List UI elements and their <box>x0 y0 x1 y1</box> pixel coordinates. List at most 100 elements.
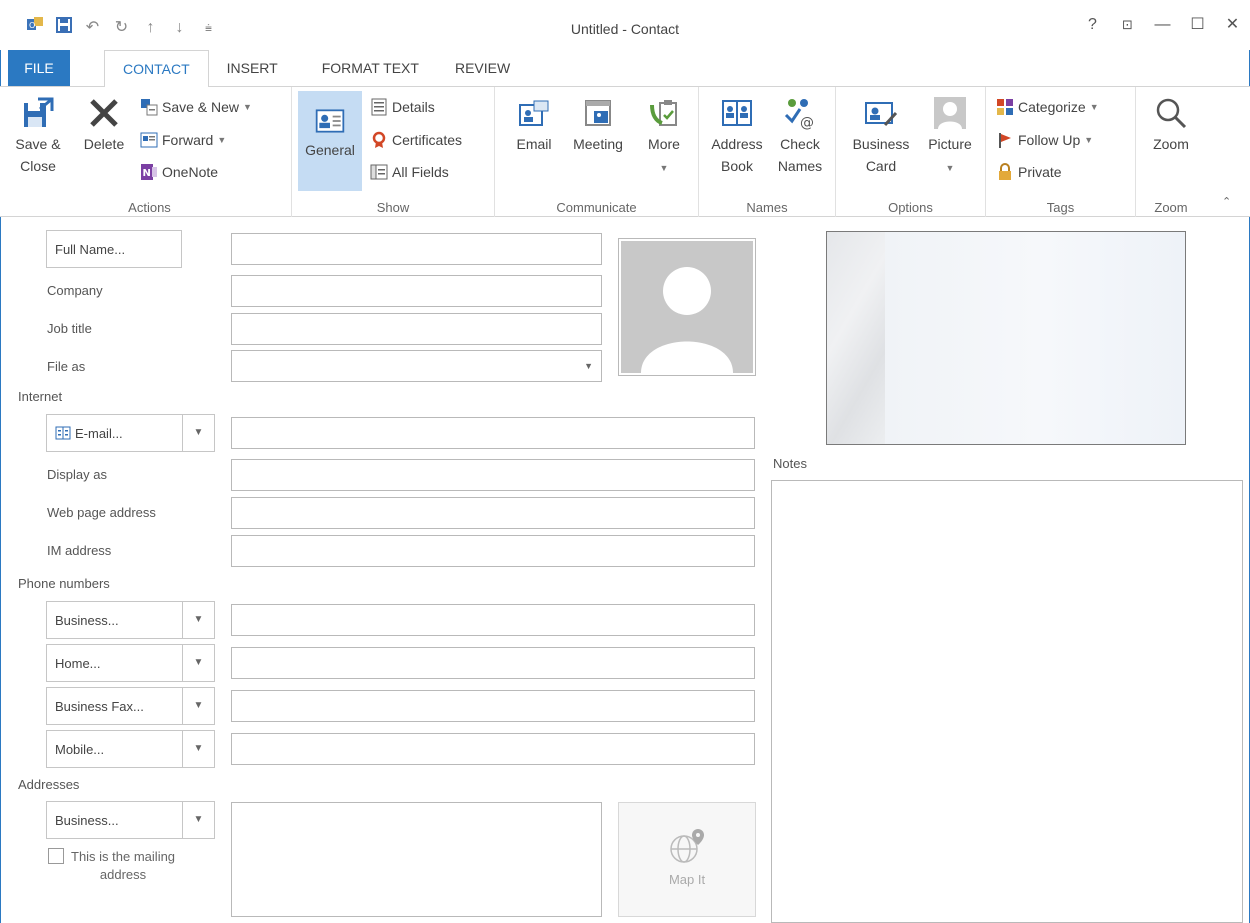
follow-up-dropdown-icon[interactable]: ▼ <box>1084 130 1093 150</box>
forward-dropdown-icon[interactable]: ▼ <box>217 130 226 150</box>
phone-type-business-fax-dropdown-icon[interactable]: ▼ <box>182 688 214 724</box>
zoom-button[interactable]: Zoom <box>1142 95 1200 155</box>
job-title-field[interactable] <box>231 313 602 345</box>
mailing-address-label-1: This is the mailing <box>71 849 176 864</box>
tab-contact[interactable]: CONTACT <box>104 50 209 88</box>
phone-type-home-button[interactable]: Home... ▼ <box>46 644 215 682</box>
full-name-label: Full Name... <box>55 241 126 257</box>
address-book-label-2: Book <box>721 158 753 174</box>
quick-access-toolbar: O ↶ ↻ ↑ ↓ ⩧ <box>20 16 223 39</box>
customize-toolbar-icon[interactable]: ⩧ <box>194 17 223 39</box>
mailing-address-label-2: address <box>99 867 147 882</box>
address-book-icon <box>722 100 752 126</box>
phone-type-mobile-dropdown-icon[interactable]: ▼ <box>182 731 214 767</box>
collapse-ribbon-icon[interactable]: ⌃ <box>1222 195 1231 208</box>
save-icon[interactable] <box>49 16 78 39</box>
address-field[interactable] <box>231 802 602 917</box>
redo-icon[interactable]: ↻ <box>107 17 136 39</box>
mailing-address-checkbox[interactable] <box>48 848 64 864</box>
onenote-button[interactable]: N OneNote <box>140 162 218 182</box>
private-button[interactable]: Private <box>996 162 1062 182</box>
file-as-label: File as <box>47 359 86 374</box>
ribbon-display-options-icon[interactable]: ⊡ <box>1110 14 1145 36</box>
names-group: Address Book @ Check Names Names <box>699 87 836 217</box>
general-contact-icon <box>315 109 345 133</box>
check-names-button[interactable]: @ Check Names <box>771 95 829 177</box>
previous-item-icon[interactable]: ↑ <box>136 17 165 39</box>
options-group-label: Options <box>888 200 933 215</box>
categorize-label: Categorize <box>1018 99 1086 115</box>
phone-mobile-field[interactable] <box>231 733 755 765</box>
phone-type-business-button[interactable]: Business... ▼ <box>46 601 215 639</box>
display-as-field[interactable] <box>231 459 755 491</box>
picture-dropdown-icon[interactable]: ▼ <box>946 163 955 173</box>
phone-type-mobile-label: Mobile... <box>55 741 105 757</box>
categorize-dropdown-icon[interactable]: ▼ <box>1090 97 1099 117</box>
minimize-icon[interactable]: — <box>1145 14 1180 36</box>
contact-photo[interactable] <box>618 238 756 376</box>
details-button[interactable]: Details <box>370 97 435 117</box>
check-names-label-1: Check <box>780 136 820 152</box>
company-field[interactable] <box>231 275 602 307</box>
outlook-app-icon[interactable]: O <box>20 16 49 39</box>
picture-button[interactable]: Picture ▼ <box>920 95 980 179</box>
save-new-button[interactable]: Save & New ▼ <box>140 97 252 117</box>
save-close-button[interactable]: Save & Close <box>12 95 64 177</box>
check-names-label-2: Names <box>777 158 823 174</box>
help-icon[interactable]: ? <box>1075 14 1110 36</box>
file-as-dropdown-icon[interactable]: ▼ <box>584 351 593 381</box>
tab-format-text[interactable]: FORMAT TEXT <box>296 50 437 86</box>
email-type-dropdown-icon[interactable]: ▼ <box>182 415 214 451</box>
address-type-button[interactable]: Business... ▼ <box>46 801 215 839</box>
business-card-stripe <box>827 232 885 444</box>
tab-insert[interactable]: INSERT <box>209 50 296 86</box>
certificates-button[interactable]: Certificates <box>370 130 462 150</box>
phone-type-business-dropdown-icon[interactable]: ▼ <box>182 602 214 638</box>
forward-label: Forward <box>162 132 214 148</box>
phone-type-home-dropdown-icon[interactable]: ▼ <box>182 645 214 681</box>
phone-type-mobile-button[interactable]: Mobile... ▼ <box>46 730 215 768</box>
map-it-button[interactable]: Map It <box>618 802 756 917</box>
email-field[interactable] <box>231 417 755 449</box>
business-card-button[interactable]: Business Card <box>842 95 920 177</box>
phone-home-field[interactable] <box>231 647 755 679</box>
job-title-label: Job title <box>47 321 92 336</box>
full-name-field[interactable] <box>231 233 602 265</box>
email-type-button[interactable]: E-mail... ▼ <box>46 414 215 452</box>
address-book-button[interactable]: Address Book <box>705 95 769 177</box>
maximize-icon[interactable]: ☐ <box>1180 14 1215 36</box>
phone-type-business-fax-button[interactable]: Business Fax... ▼ <box>46 687 215 725</box>
save-new-dropdown-icon[interactable]: ▼ <box>243 97 252 117</box>
general-button[interactable]: General <box>298 91 362 191</box>
undo-icon[interactable]: ↶ <box>78 17 107 39</box>
file-as-select[interactable]: ▼ <box>231 350 602 382</box>
meeting-label: Meeting <box>573 136 623 152</box>
email-contact-icon <box>519 100 549 126</box>
all-fields-button[interactable]: All Fields <box>370 162 449 182</box>
forward-button[interactable]: Forward ▼ <box>140 130 226 150</box>
follow-up-flag-icon <box>999 133 1011 148</box>
phone-business-field[interactable] <box>231 604 755 636</box>
notes-field[interactable] <box>771 480 1243 923</box>
lock-icon <box>999 163 1011 180</box>
im-address-field[interactable] <box>231 535 755 567</box>
delete-button[interactable]: Delete <box>78 95 130 155</box>
tab-file[interactable]: FILE <box>8 50 70 86</box>
meeting-button[interactable]: Meeting <box>565 95 631 155</box>
more-button[interactable]: More ▼ <box>639 95 689 179</box>
business-card-preview[interactable] <box>826 231 1186 445</box>
more-dropdown-icon[interactable]: ▼ <box>660 163 669 173</box>
show-group: General Details Certificates All Fields … <box>292 87 495 217</box>
next-item-icon[interactable]: ↓ <box>165 17 194 39</box>
follow-up-button[interactable]: Follow Up ▼ <box>996 130 1093 150</box>
phone-business-fax-field[interactable] <box>231 690 755 722</box>
mailing-address-label: This is the mailing address <box>71 848 175 884</box>
close-icon[interactable]: ✕ <box>1215 14 1250 36</box>
options-group: Business Card Picture ▼ Options <box>836 87 986 217</box>
tab-review[interactable]: REVIEW <box>437 50 528 86</box>
categorize-button[interactable]: Categorize ▼ <box>996 97 1099 117</box>
full-name-button[interactable]: Full Name... <box>46 230 182 268</box>
web-page-address-field[interactable] <box>231 497 755 529</box>
address-type-dropdown-icon[interactable]: ▼ <box>182 802 214 838</box>
email-button[interactable]: Email <box>509 95 559 155</box>
